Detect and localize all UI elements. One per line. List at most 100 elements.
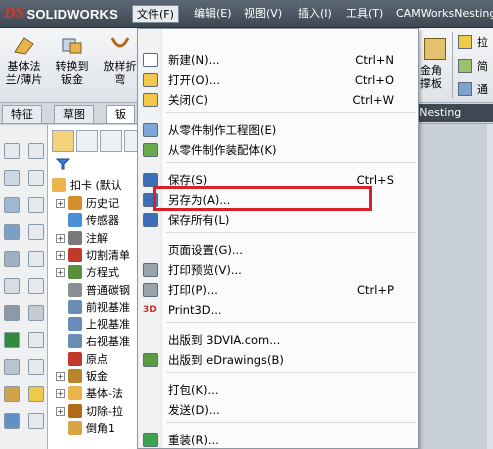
menu-edit[interactable]: 编辑(E) bbox=[190, 5, 236, 23]
tree-item[interactable]: 普通碳钢 bbox=[48, 282, 142, 299]
toolbar-icon-16[interactable] bbox=[28, 332, 44, 348]
file-menu-item[interactable]: 打印预览(V)... bbox=[138, 260, 418, 280]
toolbar-icon-10[interactable] bbox=[28, 251, 44, 267]
toolbar-icon-8[interactable] bbox=[28, 224, 44, 240]
toolbar-icon-7[interactable] bbox=[4, 224, 20, 240]
file-menu-item[interactable]: 3D Print3D... bbox=[138, 300, 418, 320]
toolbar-icon-2[interactable] bbox=[28, 143, 44, 159]
tree-item[interactable]: 右视基准 bbox=[48, 333, 142, 350]
file-menu-item[interactable]: 发送(D)... bbox=[138, 400, 418, 420]
menu-item-label: 保存所有(L) bbox=[168, 213, 230, 227]
menu-view[interactable]: 视图(V) bbox=[240, 5, 286, 23]
base-flange-label-1: 基体法 bbox=[7, 60, 41, 73]
corner-brace-icon[interactable] bbox=[424, 38, 446, 60]
toolbar-icon-5[interactable] bbox=[4, 197, 20, 213]
tab-sketch[interactable]: 草图 bbox=[54, 105, 94, 123]
toolbar-icon-18[interactable] bbox=[28, 359, 44, 375]
menu-separator bbox=[166, 422, 416, 423]
menu-item-label: 打印(P)... bbox=[168, 283, 218, 297]
toolbar-icon-20[interactable] bbox=[28, 386, 44, 402]
expand-toggle[interactable]: + bbox=[56, 199, 65, 208]
tree-item[interactable]: + 注解 bbox=[48, 230, 142, 247]
save-as-highlight-box bbox=[153, 186, 372, 211]
property-manager-tab[interactable] bbox=[76, 130, 98, 152]
simple-hole-icon[interactable] bbox=[458, 59, 472, 73]
tree-item-label: 普通碳钢 bbox=[86, 283, 130, 297]
tree-item[interactable]: 传感器 bbox=[48, 212, 142, 229]
menu-camworks-nesting[interactable]: CAMWorksNesting bbox=[392, 5, 493, 23]
toolbar-icon-19[interactable] bbox=[4, 386, 20, 402]
vent-icon[interactable] bbox=[458, 82, 472, 96]
menu-tools[interactable]: 工具(T) bbox=[342, 5, 387, 23]
edrawings-icon bbox=[143, 353, 158, 367]
tree-item[interactable]: + 基体-法 bbox=[48, 385, 142, 402]
toolbar-icon-11[interactable] bbox=[4, 278, 20, 294]
toolbar-icon-1[interactable] bbox=[4, 143, 20, 159]
tab-camworks-nesting[interactable]: s Nesting bbox=[408, 104, 493, 122]
toolbar-icon-3[interactable] bbox=[4, 170, 20, 186]
file-menu-item[interactable]: 关闭(C) Ctrl+W bbox=[138, 90, 418, 110]
toolbar-icon-13[interactable] bbox=[4, 305, 20, 321]
filter-icon[interactable] bbox=[56, 158, 70, 170]
menu-file[interactable]: 文件(F) bbox=[132, 5, 179, 23]
sensor-icon bbox=[68, 213, 82, 228]
reload-icon bbox=[143, 433, 158, 447]
expand-toggle[interactable]: + bbox=[56, 233, 65, 243]
toolbar-icon-17[interactable] bbox=[4, 359, 20, 375]
tree-item[interactable]: 上视基准 bbox=[48, 316, 142, 333]
expand-toggle[interactable]: + bbox=[56, 389, 65, 399]
base-flange-label-2: 兰/薄片 bbox=[5, 73, 43, 86]
tree-item[interactable]: 前视基准 bbox=[48, 299, 142, 316]
file-menu-item[interactable]: 出版到 eDrawings(B) bbox=[138, 350, 418, 370]
vertical-scrollbar[interactable] bbox=[487, 124, 493, 449]
toolbar-icon-21[interactable] bbox=[4, 413, 20, 429]
file-menu-item[interactable]: 从零件制作工程图(E) bbox=[138, 120, 418, 140]
toolbar-icon-4[interactable] bbox=[28, 170, 44, 186]
tree-item[interactable]: + 钣金 bbox=[48, 368, 142, 385]
toolbar-icon-9[interactable] bbox=[4, 251, 20, 267]
file-menu-item[interactable]: 新建(N)... Ctrl+N bbox=[138, 50, 418, 70]
extrude-small-icon[interactable] bbox=[458, 35, 472, 49]
file-menu-item[interactable]: 打包(K)... bbox=[138, 380, 418, 400]
toolbar-icon-15[interactable] bbox=[4, 332, 20, 348]
toolbar-icon-22[interactable] bbox=[28, 413, 44, 429]
convert-to-sheetmetal-button[interactable]: 转换到 钣金 bbox=[48, 34, 96, 96]
file-menu-item[interactable]: 重装(R)... bbox=[138, 430, 418, 449]
file-menu-item[interactable]: 保存所有(L) bbox=[138, 210, 418, 230]
expand-toggle[interactable]: + bbox=[56, 268, 65, 278]
lofted-bend-label-1: 放样折 bbox=[103, 60, 137, 73]
plane-icon bbox=[68, 317, 82, 332]
toolbar-icon-12[interactable] bbox=[28, 278, 44, 294]
expand-toggle[interactable]: + bbox=[56, 406, 65, 416]
base-flange-button[interactable]: 基体法 兰/薄片 bbox=[0, 34, 48, 96]
feature-tree-tab[interactable] bbox=[52, 130, 74, 152]
menu-item-label: 打开(O)... bbox=[168, 73, 220, 87]
make-assembly-icon bbox=[143, 143, 158, 157]
configuration-manager-tab[interactable] bbox=[100, 130, 122, 152]
feature-manager-panel: 扣卡 (默认 + 历史记 传感器 + 注解 + 切割清单 + 方程式普通碳钢前视基准 上视基准 右视… bbox=[48, 125, 142, 449]
toolbar-icon-14[interactable] bbox=[28, 305, 44, 321]
menu-item-label: 页面设置(G)... bbox=[168, 243, 243, 257]
file-menu-item[interactable]: 打开(O)... Ctrl+O bbox=[138, 70, 418, 90]
tab-sheetmetal[interactable]: 钣 bbox=[106, 105, 135, 123]
menu-insert[interactable]: 插入(I) bbox=[294, 5, 336, 23]
tree-item[interactable]: 倒角1 bbox=[48, 420, 142, 437]
tree-root[interactable]: 扣卡 (默认 bbox=[48, 177, 142, 194]
file-menu-item[interactable]: 打印(P)... Ctrl+P bbox=[138, 280, 418, 300]
expand-toggle[interactable]: + bbox=[56, 250, 65, 260]
file-menu-item[interactable]: 页面设置(G)... bbox=[138, 240, 418, 260]
solidworks-logo[interactable]: DS SOLIDWORKS bbox=[4, 5, 118, 23]
tree-item[interactable]: + 切除-拉 bbox=[48, 403, 142, 420]
tree-item[interactable]: + 切割清单 bbox=[48, 247, 142, 264]
part-icon bbox=[52, 178, 66, 192]
file-menu-item[interactable]: 从零件制作装配体(K) bbox=[138, 140, 418, 160]
tree-item[interactable]: + 历史记 bbox=[48, 195, 142, 212]
file-menu-item[interactable]: 出版到 3DVIA.com... bbox=[138, 330, 418, 350]
tree-item[interactable]: + 方程式 bbox=[48, 264, 142, 281]
menu-item-label: 从零件制作装配体(K) bbox=[168, 143, 277, 157]
toolbar-icon-6[interactable] bbox=[28, 197, 44, 213]
expand-toggle[interactable]: + bbox=[56, 372, 65, 381]
tab-features[interactable]: 特征 bbox=[2, 105, 42, 123]
chamfer-icon bbox=[68, 420, 82, 435]
tree-item[interactable]: 原点 bbox=[48, 351, 142, 368]
